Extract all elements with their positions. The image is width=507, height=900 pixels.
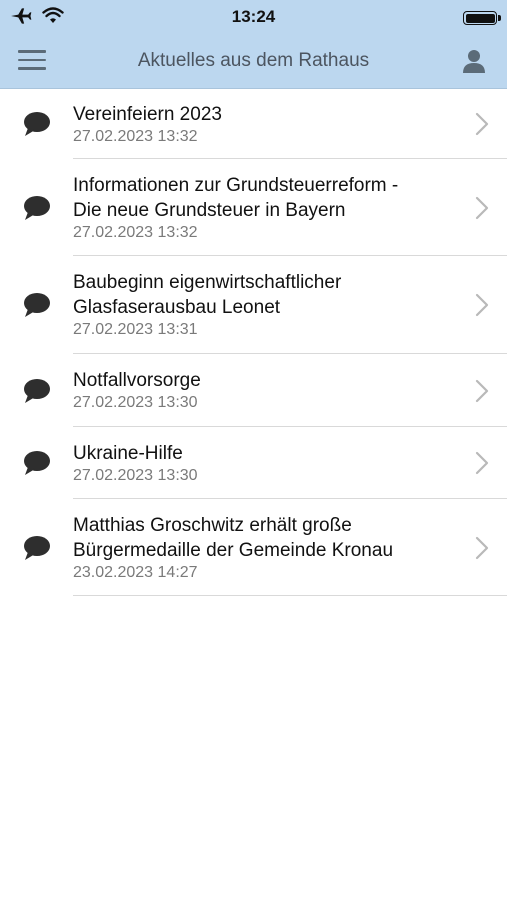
news-item-date: 27.02.2023 13:30 [73, 394, 198, 411]
chevron-right-icon [475, 536, 489, 559]
news-list-item[interactable]: Ukraine-Hilfe 27.02.2023 13:30 [0, 427, 507, 499]
chevron-right-icon [475, 379, 489, 402]
chevron-right-icon [475, 112, 489, 136]
news-list-item[interactable]: Informationen zur Grundsteuerreform - Die… [0, 159, 507, 256]
news-item-date: 27.02.2023 13:32 [73, 224, 198, 241]
news-item-date: 27.02.2023 13:31 [73, 321, 198, 338]
news-item-content: Notfallvorsorge 27.02.2023 13:30 [73, 354, 507, 427]
news-list: Vereinfeiern 2023 27.02.2023 13:32 Informa… [0, 89, 507, 596]
status-bar: 13:24 [0, 0, 507, 36]
speech-bubble-icon [24, 293, 50, 317]
nav-bar: Aktuelles aus dem Rathaus [0, 38, 507, 84]
person-icon[interactable] [461, 48, 487, 74]
news-list-item[interactable]: Matthias Groschwitz erhält große Bürgerme… [0, 499, 507, 596]
news-item-title: Matthias Groschwitz erhält große [73, 515, 352, 536]
status-time: 13:24 [231, 7, 276, 26]
news-item-title: Glasfaserausbau Leonet [73, 297, 281, 318]
news-item-title: Bürgermedaille der Gemeinde Kronau [73, 540, 394, 561]
chevron-right-icon [475, 196, 489, 219]
app-screen: 13:24 Aktuelles aus dem Rathaus Vereinfe… [0, 0, 507, 900]
news-item-title: Vereinfeiern 2023 [73, 104, 222, 125]
news-item-title: Ukraine-Hilfe [73, 443, 183, 464]
speech-bubble-icon [24, 451, 50, 475]
news-item-content: Baubeginn eigenwirtschaftlicher Glasfaser… [73, 256, 507, 354]
news-item-title: Die neue Grundsteuer in Bayern [73, 200, 346, 221]
news-item-content: Informationen zur Grundsteuerreform - Die… [73, 159, 507, 256]
speech-bubble-icon [24, 378, 50, 403]
speech-bubble-icon [24, 112, 50, 136]
news-item-date: 23.02.2023 14:27 [73, 564, 198, 581]
chevron-right-icon [475, 293, 489, 317]
news-item-title: Informationen zur Grundsteuerreform - [73, 175, 399, 196]
news-item-title: Notfallvorsorge [73, 370, 201, 391]
news-list-item[interactable]: Notfallvorsorge 27.02.2023 13:30 [0, 354, 507, 427]
battery-icon [463, 11, 501, 25]
news-item-content: Ukraine-Hilfe 27.02.2023 13:30 [73, 427, 507, 499]
news-list-item[interactable]: Baubeginn eigenwirtschaftlicher Glasfaser… [0, 256, 507, 354]
news-item-content: Matthias Groschwitz erhält große Bürgerme… [73, 499, 507, 596]
news-item-title: Baubeginn eigenwirtschaftlicher [73, 272, 342, 293]
chevron-right-icon [475, 451, 489, 475]
news-item-date: 27.02.2023 13:30 [73, 467, 198, 484]
news-list-item[interactable]: Vereinfeiern 2023 27.02.2023 13:32 [0, 89, 507, 159]
speech-bubble-icon [24, 195, 50, 220]
header: 13:24 Aktuelles aus dem Rathaus [0, 0, 507, 89]
news-item-date: 27.02.2023 13:32 [73, 128, 198, 145]
speech-bubble-icon [24, 535, 50, 560]
news-item-content: Vereinfeiern 2023 27.02.2023 13:32 [73, 89, 507, 159]
page-title: Aktuelles aus dem Rathaus [137, 50, 370, 71]
